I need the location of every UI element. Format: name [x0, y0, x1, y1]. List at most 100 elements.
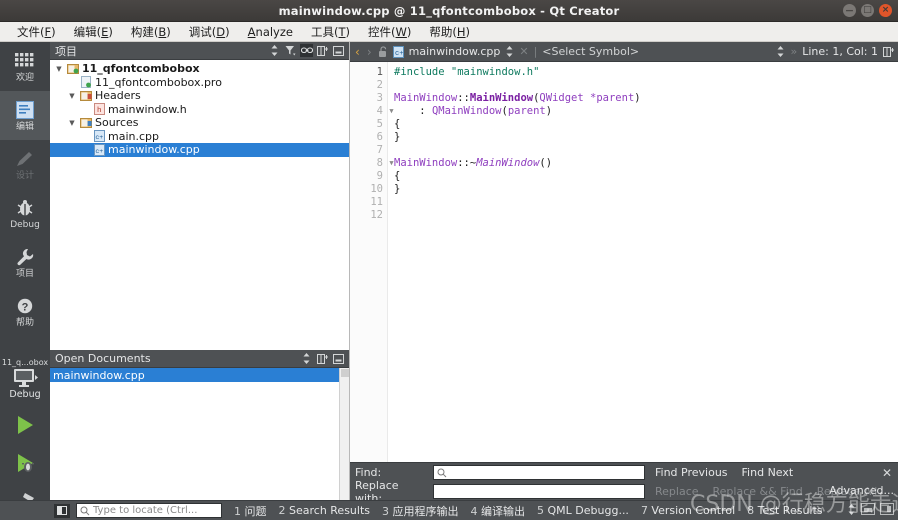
menu-help[interactable]: 帮助(H): [420, 22, 479, 42]
code-token: (): [539, 157, 553, 169]
output-pane-button-2[interactable]: 2 Search Results: [279, 504, 371, 517]
output-pane-button-3[interactable]: 3 应用程序输出: [382, 503, 459, 519]
code-token: {: [394, 118, 401, 130]
search-icon: [80, 506, 90, 516]
code-line: MainWindow::MainWindow(QWidget *parent): [394, 92, 898, 105]
output-pane-button-1[interactable]: 1 问题: [234, 503, 267, 519]
editor-close-button[interactable]: ✕: [519, 45, 528, 58]
mode-label: 项目: [15, 268, 34, 279]
kit-selector[interactable]: 11_q...obox Debug: [0, 354, 50, 406]
output-pane-button-7[interactable]: 7 Version Control: [641, 504, 735, 517]
kit-build-config: Debug: [9, 389, 41, 400]
tree-item-sources-folder[interactable]: ▼ Sources: [50, 116, 349, 130]
output-pane-button-5[interactable]: 5 QML Debugg...: [537, 504, 629, 517]
pane-label: Search Results: [285, 504, 371, 517]
navigate-forward-button[interactable]: ›: [366, 45, 373, 59]
tree-item-main-cpp[interactable]: c+ main.cpp: [50, 130, 349, 144]
open-documents-scrollbar[interactable]: [339, 368, 349, 505]
menu-edit[interactable]: 编辑(E): [65, 22, 122, 42]
tree-item-label: mainwindow.cpp: [108, 143, 200, 157]
sync-editor-button[interactable]: [300, 44, 313, 57]
close-button[interactable]: ×: [879, 4, 892, 17]
locator-input[interactable]: Type to locate (Ctrl...: [76, 503, 222, 518]
navigate-back-button[interactable]: ‹: [354, 45, 361, 59]
mode-item-0[interactable]: 欢迎: [0, 42, 50, 91]
code-line: MainWindow::~MainWindow(): [394, 157, 898, 170]
debug-run-button[interactable]: [0, 444, 50, 482]
project-tree[interactable]: ▼ 11_qfontcombobox 11_qfontcombobox.pro ▼ He…: [50, 60, 349, 350]
find-bar-close-button[interactable]: ✕: [882, 466, 892, 480]
find-next-button[interactable]: Find Next: [738, 466, 798, 479]
find-advanced-button[interactable]: Advanced...: [829, 484, 894, 497]
menu-window[interactable]: 控件(W): [359, 22, 420, 42]
mode-selector-bar: 欢迎 编辑 设计 Debug 项目? 帮助 11_q...obox Debug: [0, 42, 50, 520]
split-button[interactable]: [316, 352, 329, 365]
sort-button[interactable]: [300, 352, 313, 365]
code-text[interactable]: #include "mainwindow.h" MainWindow::Main…: [388, 62, 898, 462]
menu-build[interactable]: 构建(B): [122, 22, 180, 42]
sidebar-toggle-icon[interactable]: [54, 503, 70, 518]
maximize-output-button[interactable]: [861, 503, 875, 515]
maximize-button[interactable]: □: [861, 4, 874, 17]
replace-button[interactable]: Replace: [651, 485, 703, 498]
tree-item-headers-folder[interactable]: ▼ Headers: [50, 89, 349, 103]
menu-file[interactable]: 文件(F): [8, 22, 65, 42]
locator-placeholder: Type to locate (Ctrl...: [93, 505, 198, 516]
code-token: ::: [457, 92, 470, 104]
mode-item-5[interactable]: ? 帮助: [0, 287, 50, 336]
close-panel-button[interactable]: [332, 44, 345, 57]
tree-item-mainwindow-cpp[interactable]: c+ mainwindow.cpp: [50, 143, 349, 157]
tree-item-pro-file[interactable]: 11_qfontcombobox.pro: [50, 76, 349, 90]
chevron-down-icon[interactable]: ▼: [67, 92, 77, 100]
open-documents-title: Open Documents: [55, 352, 151, 365]
search-icon: [437, 468, 447, 478]
find-previous-button[interactable]: Find Previous: [651, 466, 732, 479]
run-button[interactable]: [0, 406, 50, 444]
output-pane-button-4[interactable]: 4 编译输出: [471, 503, 526, 519]
output-pane-button-8[interactable]: 8 Test Results: [747, 504, 822, 517]
chevron-down-icon[interactable]: ▼: [67, 119, 77, 127]
filter-sort-button[interactable]: [268, 44, 281, 57]
open-doc-mainwindow-cpp[interactable]: mainwindow.cpp: [50, 368, 349, 382]
editor-filename[interactable]: mainwindow.cpp: [409, 45, 501, 58]
mode-debug[interactable]: Debug: [0, 189, 50, 238]
pane-label: 编译输出: [477, 504, 526, 518]
code-token: }: [394, 183, 401, 195]
right-sidebar-button[interactable]: [880, 503, 894, 515]
play-icon: [18, 416, 33, 434]
tree-item-mainwindow-h[interactable]: h mainwindow.h: [50, 103, 349, 117]
file-dropdown-icon[interactable]: [505, 46, 514, 57]
line-number: 6: [376, 131, 383, 143]
code-line: #include "mainwindow.h": [394, 66, 898, 79]
find-input[interactable]: [433, 465, 645, 480]
menu-tools[interactable]: 工具(T): [302, 22, 359, 42]
chevron-down-icon[interactable]: ▼: [54, 65, 64, 73]
menu-debug[interactable]: 调试(D): [180, 22, 239, 42]
mode-label: 编辑: [15, 121, 34, 132]
replace-find-button[interactable]: Replace && Find: [709, 485, 807, 498]
close-panel-button[interactable]: [332, 352, 345, 365]
fold-marker-icon[interactable]: ▼: [387, 157, 396, 170]
menu-analyze[interactable]: Analyze: [239, 23, 302, 41]
line-number: 7: [376, 144, 383, 156]
editor-split-button[interactable]: [883, 46, 894, 57]
fold-marker-icon[interactable]: ▼: [387, 105, 396, 118]
filter-button[interactable]: [284, 44, 297, 57]
symbol-dropdown-icon[interactable]: [776, 46, 785, 57]
qt-creator-window: mainwindow.cpp @ 11_qfontcombobox - Qt C…: [0, 0, 898, 520]
mode-item-1[interactable]: 编辑: [0, 91, 50, 140]
code-editor[interactable]: 1 2 3 4 ▼ 5 6 7 8 ▼ 9 10 11 12 #include "mainwindow.h…: [350, 62, 898, 462]
replace-input[interactable]: [433, 484, 645, 499]
play-bug-icon: [18, 454, 34, 472]
code-token: *parent: [590, 92, 635, 104]
mode-item-4[interactable]: 项目: [0, 238, 50, 287]
code-line: {: [394, 170, 898, 183]
output-size-button[interactable]: [847, 503, 856, 515]
minimize-button[interactable]: −: [843, 4, 856, 17]
unlock-icon[interactable]: [378, 45, 388, 58]
split-button[interactable]: [316, 44, 329, 57]
tree-item-project-root[interactable]: ▼ 11_qfontcombobox: [50, 62, 349, 76]
symbol-selector[interactable]: <Select Symbol>: [542, 45, 639, 58]
open-documents-list[interactable]: mainwindow.cpp: [50, 368, 349, 505]
